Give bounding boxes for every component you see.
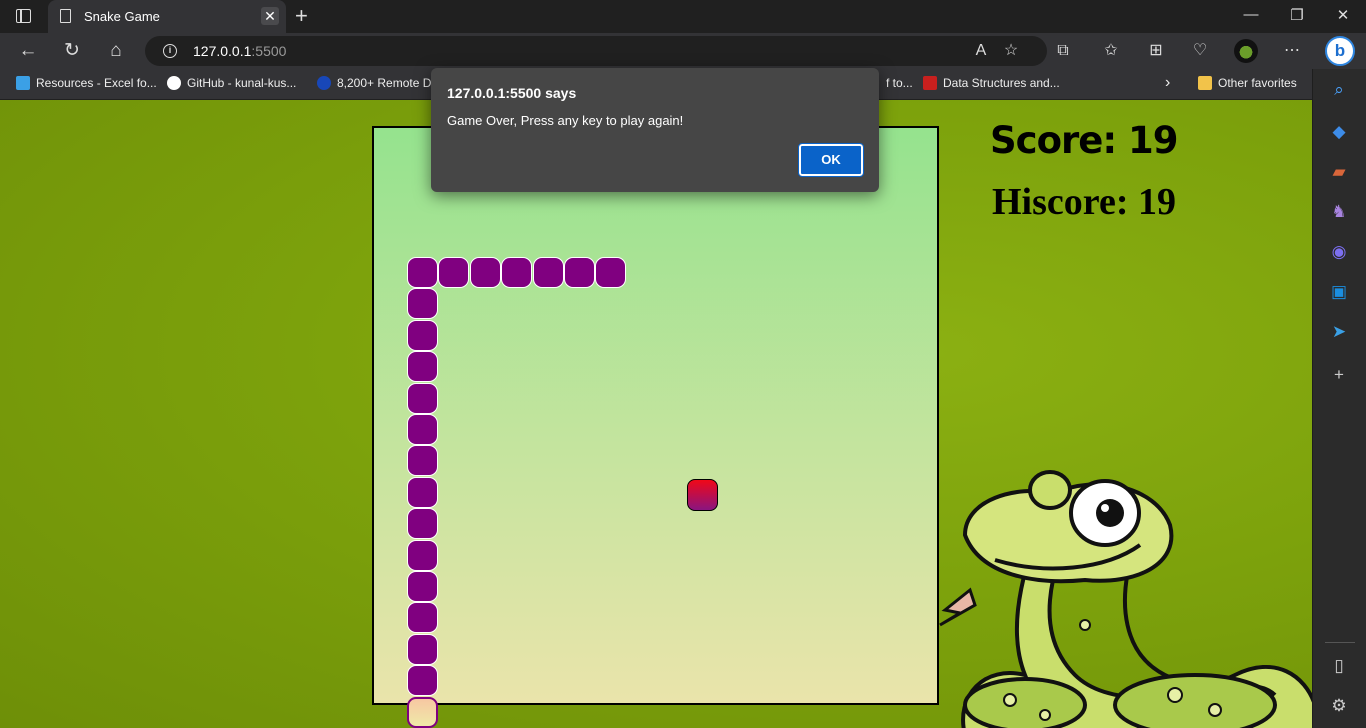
home-icon[interactable]: ⌂ bbox=[104, 39, 128, 63]
cartoon-snake-image bbox=[939, 470, 1312, 728]
hide-sidebar-icon[interactable]: ▯ bbox=[1328, 655, 1350, 677]
snake-body-segment bbox=[407, 508, 438, 540]
tab-title: Snake Game bbox=[84, 9, 160, 24]
browser-toolbar: ← ↻ ⌂ i 127.0.0.1:5500 A ☆ ⧉ ✩ ⊞ ♡ ⋯ bbox=[0, 33, 1366, 69]
snake-body-segment bbox=[407, 288, 438, 320]
minimize-button[interactable]: — bbox=[1236, 6, 1266, 23]
score-display: Score: 19 bbox=[990, 119, 1179, 162]
snake-body-segment bbox=[407, 382, 438, 414]
add-favorite-icon[interactable]: ☆ bbox=[1001, 41, 1021, 61]
snake-body-segment bbox=[407, 571, 438, 602]
site-info-icon[interactable]: i bbox=[163, 44, 177, 58]
settings-more-icon[interactable]: ⋯ bbox=[1282, 41, 1302, 61]
hiscore-display: Hiscore: 19 bbox=[992, 181, 1176, 223]
snake-body-segment bbox=[407, 539, 438, 571]
snake-body-segment bbox=[407, 319, 438, 351]
outlook-icon[interactable]: ▣ bbox=[1328, 281, 1350, 303]
favorite-remote[interactable]: 8,200+ Remote D bbox=[317, 76, 431, 90]
pdf-icon bbox=[923, 76, 937, 90]
restore-button[interactable]: ❐ bbox=[1282, 6, 1312, 24]
url-text: 127.0.0.1:5500 bbox=[193, 43, 287, 59]
read-aloud-icon[interactable]: A bbox=[971, 41, 991, 61]
shopping-icon[interactable]: ◆ bbox=[1328, 121, 1350, 143]
tab-close-button[interactable]: ✕ bbox=[261, 7, 279, 25]
snake-body-segment bbox=[407, 414, 438, 445]
copilot-icon[interactable]: ◉ bbox=[1328, 241, 1350, 263]
snake-body-segment bbox=[564, 257, 595, 288]
ok-button[interactable]: OK bbox=[798, 143, 864, 177]
game-board[interactable] bbox=[372, 126, 939, 728]
back-icon[interactable]: ← bbox=[16, 39, 40, 63]
browser-essentials-icon[interactable]: ♡ bbox=[1190, 41, 1210, 61]
excel-rocket-icon bbox=[16, 76, 30, 90]
favorites-overflow-button[interactable]: › bbox=[1165, 74, 1170, 92]
other-favorites-folder[interactable]: Other favorites bbox=[1198, 76, 1297, 90]
dialog-message: Game Over, Press any key to play again! bbox=[447, 113, 684, 128]
favorite-data-structures[interactable]: Data Structures and... bbox=[923, 76, 1060, 90]
tools-icon[interactable]: ▰ bbox=[1328, 161, 1350, 183]
tab-actions-icon[interactable] bbox=[16, 9, 31, 23]
add-sidebar-app-icon[interactable]: + bbox=[1328, 364, 1350, 386]
tab-snake-game[interactable]: Snake Game ✕ bbox=[48, 0, 286, 33]
address-bar[interactable]: i 127.0.0.1:5500 A ☆ bbox=[145, 36, 1047, 66]
drop-icon[interactable]: ➤ bbox=[1328, 321, 1350, 343]
snake-body-segment bbox=[407, 257, 438, 288]
folder-icon bbox=[1198, 76, 1212, 90]
edge-sidebar: ⌕ ◆ ▰ ♞ ◉ ▣ ➤ + ▯ ⚙ bbox=[1312, 69, 1366, 728]
tab-bar: Snake Game ✕ + — ❐ ✕ bbox=[0, 0, 1366, 33]
snake-body-segment bbox=[595, 257, 627, 288]
favorite-github[interactable]: GitHub - kunal-kus... bbox=[167, 76, 296, 90]
snake-body-segment bbox=[407, 476, 438, 508]
snake-body-segment bbox=[438, 257, 470, 288]
search-icon[interactable]: ⌕ bbox=[1328, 79, 1350, 101]
bing-copilot-icon[interactable]: b bbox=[1325, 36, 1355, 66]
profile-avatar[interactable] bbox=[1234, 39, 1258, 63]
snake-body-segment bbox=[407, 602, 438, 634]
food-item bbox=[687, 479, 718, 511]
favorites-icon[interactable]: ✩ bbox=[1101, 41, 1121, 61]
snake-body-segment bbox=[501, 257, 533, 288]
alert-dialog: 127.0.0.1:5500 says Game Over, Press any… bbox=[431, 68, 879, 192]
favorite-excel[interactable]: Resources - Excel fo... bbox=[16, 76, 157, 90]
dialog-title: 127.0.0.1:5500 says bbox=[447, 85, 577, 101]
sidebar-divider bbox=[1325, 642, 1355, 643]
sidebar-settings-icon[interactable]: ⚙ bbox=[1328, 695, 1350, 717]
close-window-button[interactable]: ✕ bbox=[1328, 6, 1358, 24]
page-icon bbox=[60, 9, 71, 23]
snake-body-segment bbox=[532, 257, 564, 288]
snake-body-segment bbox=[407, 665, 438, 697]
snake-body-segment bbox=[407, 633, 438, 665]
favorite-partial[interactable]: f to... bbox=[886, 76, 913, 90]
new-tab-button[interactable]: + bbox=[295, 3, 308, 29]
snake-body-segment bbox=[407, 351, 438, 383]
games-icon[interactable]: ♞ bbox=[1328, 201, 1350, 223]
github-icon bbox=[167, 76, 181, 90]
game-page: Score: 19 Hiscore: 19 bbox=[0, 100, 1312, 728]
snake-body-segment bbox=[469, 257, 501, 288]
refresh-icon[interactable]: ↻ bbox=[60, 39, 84, 63]
snake-body-segment bbox=[407, 445, 438, 477]
snake-head bbox=[407, 696, 438, 728]
collections-icon[interactable]: ⊞ bbox=[1146, 41, 1166, 61]
extensions-icon[interactable]: ⧉ bbox=[1053, 41, 1073, 61]
remote-icon bbox=[317, 76, 331, 90]
